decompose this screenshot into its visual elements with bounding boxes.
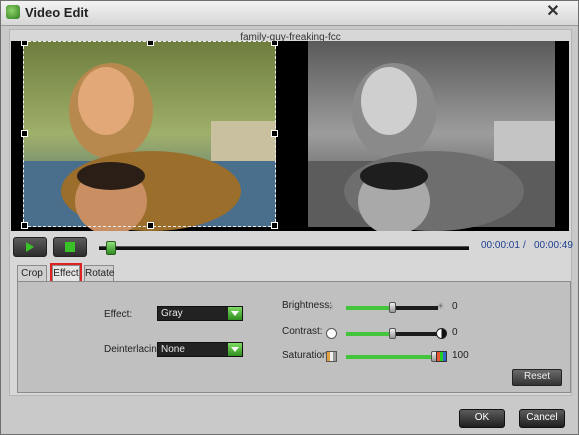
- saturation-label: Saturation:: [282, 350, 331, 361]
- current-time: 00:00:01: [481, 240, 520, 251]
- seek-bar[interactable]: [99, 246, 469, 250]
- video-preview-area: [11, 41, 569, 231]
- saturation-value: 100: [452, 350, 469, 361]
- effect-label: Effect:: [104, 309, 133, 320]
- crop-handle-top-left[interactable]: [21, 41, 28, 46]
- crop-handle-top-right[interactable]: [271, 41, 278, 46]
- contrast-high-icon: [436, 328, 447, 339]
- saturation-high-icon: [436, 351, 447, 362]
- title-bar[interactable]: Video Edit ✕: [1, 1, 578, 26]
- play-icon: [26, 242, 34, 252]
- cancel-button[interactable]: Cancel: [519, 409, 565, 428]
- total-time: 00:00:49: [534, 240, 573, 251]
- tab-rotate[interactable]: Rotate: [84, 265, 114, 281]
- stop-icon: [65, 242, 75, 252]
- deinterlacing-select[interactable]: None: [157, 342, 243, 357]
- brightness-slider-thumb[interactable]: [389, 302, 396, 313]
- chevron-down-icon[interactable]: [228, 307, 242, 320]
- saturation-slider[interactable]: [346, 351, 438, 362]
- video-edit-window: Video Edit ✕ family-guy-freaking-fcc 00:…: [0, 0, 579, 435]
- output-preview: [294, 41, 569, 231]
- reset-button[interactable]: Reset: [512, 369, 562, 386]
- crop-handle-left[interactable]: [21, 130, 28, 137]
- saturation-low-icon: [326, 351, 337, 362]
- effect-select[interactable]: Gray: [157, 306, 243, 321]
- brightness-low-icon: ☼: [326, 301, 335, 311]
- tab-crop[interactable]: Crop: [17, 265, 47, 281]
- brightness-value: 0: [452, 301, 458, 312]
- original-preview[interactable]: [11, 41, 284, 231]
- contrast-label: Contrast:: [282, 326, 323, 337]
- playback-controls: 00:00:01 / 00:00:49: [13, 237, 573, 257]
- brightness-slider[interactable]: [346, 302, 438, 313]
- saturation-slider-fill: [346, 355, 434, 359]
- crop-rectangle[interactable]: [21, 41, 278, 229]
- crop-handle-bottom-left[interactable]: [21, 222, 28, 229]
- chevron-down-icon[interactable]: [228, 343, 242, 356]
- crop-handle-bottom-right[interactable]: [271, 222, 278, 229]
- effect-panel: Effect: Gray Deinterlacing: None Brightn…: [17, 281, 571, 393]
- output-video-frame: [308, 41, 555, 231]
- window-title: Video Edit: [25, 5, 89, 20]
- contrast-slider-thumb[interactable]: [389, 328, 396, 339]
- crop-handle-right[interactable]: [271, 130, 278, 137]
- contrast-value: 0: [452, 327, 458, 338]
- crop-handle-bottom[interactable]: [147, 222, 154, 229]
- crop-handle-top[interactable]: [147, 41, 154, 46]
- deinterlacing-label: Deinterlacing:: [104, 344, 166, 355]
- deinterlacing-select-value: None: [161, 344, 185, 355]
- effect-select-value: Gray: [161, 308, 183, 319]
- brightness-label: Brightness:: [282, 300, 333, 311]
- contrast-slider[interactable]: [346, 328, 438, 339]
- time-separator: /: [523, 240, 526, 251]
- stop-button[interactable]: [53, 237, 87, 257]
- app-icon: [6, 5, 20, 19]
- contrast-low-icon: [326, 328, 337, 339]
- brightness-high-icon: ☀: [436, 301, 445, 311]
- ok-button[interactable]: OK: [459, 409, 505, 428]
- play-button[interactable]: [13, 237, 47, 257]
- contrast-slider-fill: [346, 332, 392, 336]
- seek-thumb[interactable]: [106, 241, 116, 255]
- close-button[interactable]: ✕: [544, 3, 562, 21]
- brightness-slider-fill: [346, 306, 392, 310]
